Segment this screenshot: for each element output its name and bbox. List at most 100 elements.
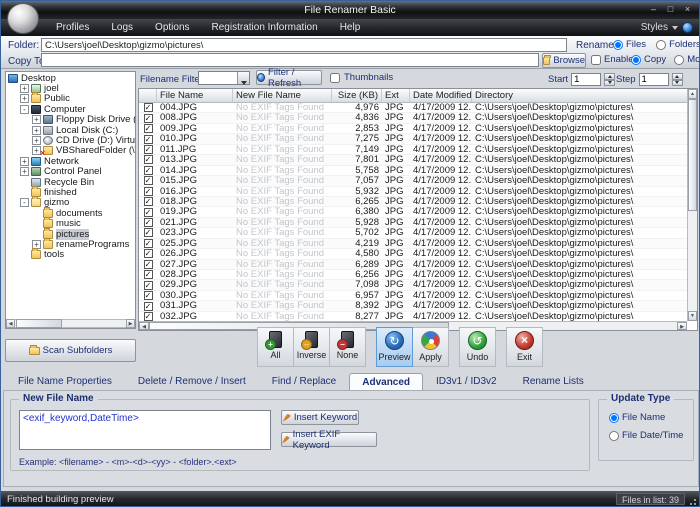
menu-item-help[interactable]: Help xyxy=(329,19,372,36)
insert-exif-keyword-button[interactable]: Insert EXIF Keyword xyxy=(281,432,377,447)
tree-item-desktop[interactable]: Desktop xyxy=(6,73,135,83)
tree-horizontal-scrollbar[interactable] xyxy=(6,319,135,328)
radio-input-file-name[interactable] xyxy=(609,413,619,423)
table-row[interactable]: ✓019.JPGNo EXIF Tags Found6,380JPG4/17/2… xyxy=(139,207,687,217)
tree-item-computer[interactable]: -Computer xyxy=(6,104,135,114)
row-checkbox[interactable]: ✓ xyxy=(144,103,153,112)
column-header-directory[interactable]: Directory xyxy=(472,89,689,102)
table-row[interactable]: ✓015.JPGNo EXIF Tags Found7,057JPG4/17/2… xyxy=(139,176,687,186)
tree-item-recycle-bin[interactable]: Recycle Bin xyxy=(6,177,135,187)
table-row[interactable]: ✓028.JPGNo EXIF Tags Found6,256JPG4/17/2… xyxy=(139,270,687,280)
radio-copy[interactable]: Copy xyxy=(631,54,666,65)
table-row[interactable]: ✓013.JPGNo EXIF Tags Found7,801JPG4/17/2… xyxy=(139,155,687,165)
expand-icon[interactable]: + xyxy=(32,115,41,124)
table-row[interactable]: ✓004.JPGNo EXIF Tags Found4,976JPG4/17/2… xyxy=(139,103,687,113)
column-header-file-name[interactable]: File Name xyxy=(157,89,233,102)
table-row[interactable]: ✓031.JPGNo EXIF Tags Found8,392JPG4/17/2… xyxy=(139,301,687,311)
tree-item-local-disk-c[interactable]: +Local Disk (C:) xyxy=(6,125,135,135)
radio-folders[interactable]: Folders xyxy=(656,39,700,50)
scan-subfolders-button[interactable]: Scan Subfolders xyxy=(5,339,136,362)
step-input[interactable] xyxy=(639,73,669,86)
row-checkbox[interactable]: ✓ xyxy=(144,124,153,133)
table-row[interactable]: ✓014.JPGNo EXIF Tags Found5,758JPG4/17/2… xyxy=(139,166,687,176)
radio-move[interactable]: Move xyxy=(674,54,700,65)
scroll-right-icon[interactable] xyxy=(677,322,687,330)
row-checkbox[interactable]: ✓ xyxy=(144,218,153,227)
tab-delete-remove-insert[interactable]: Delete / Remove / Insert xyxy=(125,372,259,390)
radio-input-move[interactable] xyxy=(674,55,684,65)
tab-find-replace[interactable]: Find / Replace xyxy=(259,372,349,390)
tab-advanced[interactable]: Advanced xyxy=(349,373,423,391)
tree-item-pictures[interactable]: pictures xyxy=(6,229,135,239)
tree-item-documents[interactable]: documents xyxy=(6,208,135,218)
table-row[interactable]: ✓025.JPGNo EXIF Tags Found4,219JPG4/17/2… xyxy=(139,239,687,249)
exit-button[interactable]: Exit xyxy=(506,327,543,367)
scroll-down-icon[interactable] xyxy=(688,311,697,321)
row-checkbox[interactable]: ✓ xyxy=(144,239,153,248)
tree-item-renameprograms[interactable]: +renamePrograms xyxy=(6,239,135,249)
row-checkbox[interactable]: ✓ xyxy=(144,135,153,144)
tree-item-tools[interactable]: tools xyxy=(6,250,135,260)
column-header-select[interactable] xyxy=(139,89,157,102)
row-checkbox[interactable]: ✓ xyxy=(144,114,153,123)
menu-item-profiles[interactable]: Profiles xyxy=(45,19,100,36)
spin-down-icon[interactable] xyxy=(672,80,683,87)
column-header-size-kb[interactable]: Size (KB) xyxy=(332,89,382,102)
tree-item-public[interactable]: +Public xyxy=(6,94,135,104)
resize-grip[interactable] xyxy=(688,497,697,506)
thumbnails-checkbox-input[interactable] xyxy=(330,73,340,83)
row-checkbox[interactable]: ✓ xyxy=(144,166,153,175)
spin-down-icon[interactable] xyxy=(604,80,615,87)
new-file-name-pattern-input[interactable]: <exif_keyword,DateTime> xyxy=(19,410,271,450)
expand-icon[interactable]: + xyxy=(32,136,41,145)
table-row[interactable]: ✓018.JPGNo EXIF Tags Found6,265JPG4/17/2… xyxy=(139,197,687,207)
apply-button[interactable]: Apply xyxy=(412,327,449,367)
collapse-icon[interactable]: - xyxy=(20,198,29,207)
styles-menu[interactable]: Styles xyxy=(641,19,693,36)
tree-item-gizmo[interactable]: -gizmo xyxy=(6,198,135,208)
tree-item-cd-drive-d-virtualbox-guest[interactable]: +CD Drive (D:) VirtualBox Guest xyxy=(6,135,135,145)
preview-button[interactable]: Preview xyxy=(376,327,413,367)
undo-button[interactable]: Undo xyxy=(459,327,496,367)
copy-to-input[interactable] xyxy=(41,53,539,67)
tab-rename-lists[interactable]: Rename Lists xyxy=(510,372,597,390)
maximize-icon[interactable] xyxy=(665,4,676,14)
table-row[interactable]: ✓026.JPGNo EXIF Tags Found4,580JPG4/17/2… xyxy=(139,249,687,259)
row-checkbox[interactable]: ✓ xyxy=(144,302,153,311)
collapse-icon[interactable]: - xyxy=(20,105,29,114)
row-checkbox[interactable]: ✓ xyxy=(144,208,153,217)
row-checkbox[interactable]: ✓ xyxy=(144,249,153,258)
tree-item-vbsharedfolder-vboxsvr-z[interactable]: +VBSharedFolder (\\vboxsvr) (Z:) xyxy=(6,146,135,156)
enable-checkbox[interactable]: Enable xyxy=(591,54,634,65)
tree-item-floppy-disk-drive-a[interactable]: +Floppy Disk Drive (A:) xyxy=(6,115,135,125)
table-row[interactable]: ✓021.JPGNo EXIF Tags Found5,928JPG4/17/2… xyxy=(139,218,687,228)
none-button[interactable]: None xyxy=(329,327,366,367)
row-checkbox[interactable]: ✓ xyxy=(144,291,153,300)
table-row[interactable]: ✓029.JPGNo EXIF Tags Found7,098JPG4/17/2… xyxy=(139,280,687,290)
tab-id3v1-id3v2[interactable]: ID3v1 / ID3v2 xyxy=(423,372,510,390)
all-button[interactable]: All xyxy=(257,327,294,367)
row-checkbox[interactable]: ✓ xyxy=(144,270,153,279)
folder-input[interactable] xyxy=(41,38,567,52)
column-header-ext[interactable]: Ext xyxy=(382,89,410,102)
thumbnails-checkbox[interactable]: Thumbnails xyxy=(330,72,393,83)
scroll-left-icon[interactable] xyxy=(139,322,149,330)
minimize-icon[interactable] xyxy=(648,4,659,14)
column-header-new-file-name[interactable]: New File Name xyxy=(233,89,332,102)
expand-icon[interactable]: + xyxy=(32,126,41,135)
table-vertical-scrollbar[interactable] xyxy=(687,89,697,321)
table-row[interactable]: ✓011.JPGNo EXIF Tags Found7,149JPG4/17/2… xyxy=(139,145,687,155)
filter-refresh-button[interactable]: Filter / Refresh xyxy=(256,70,322,85)
expand-icon[interactable]: + xyxy=(20,157,29,166)
column-header-date-modified[interactable]: Date Modified xyxy=(410,89,472,102)
row-checkbox[interactable]: ✓ xyxy=(144,145,153,154)
expand-icon[interactable]: + xyxy=(20,167,29,176)
browse-button[interactable]: Browse xyxy=(542,53,586,68)
row-checkbox[interactable]: ✓ xyxy=(144,260,153,269)
menu-item-options[interactable]: Options xyxy=(144,19,200,36)
menu-item-registration-information[interactable]: Registration Information xyxy=(201,19,329,36)
scroll-up-icon[interactable] xyxy=(688,89,697,99)
row-checkbox[interactable]: ✓ xyxy=(144,312,153,321)
radio-files[interactable]: Files xyxy=(613,39,646,50)
scroll-right-icon[interactable] xyxy=(126,319,135,328)
